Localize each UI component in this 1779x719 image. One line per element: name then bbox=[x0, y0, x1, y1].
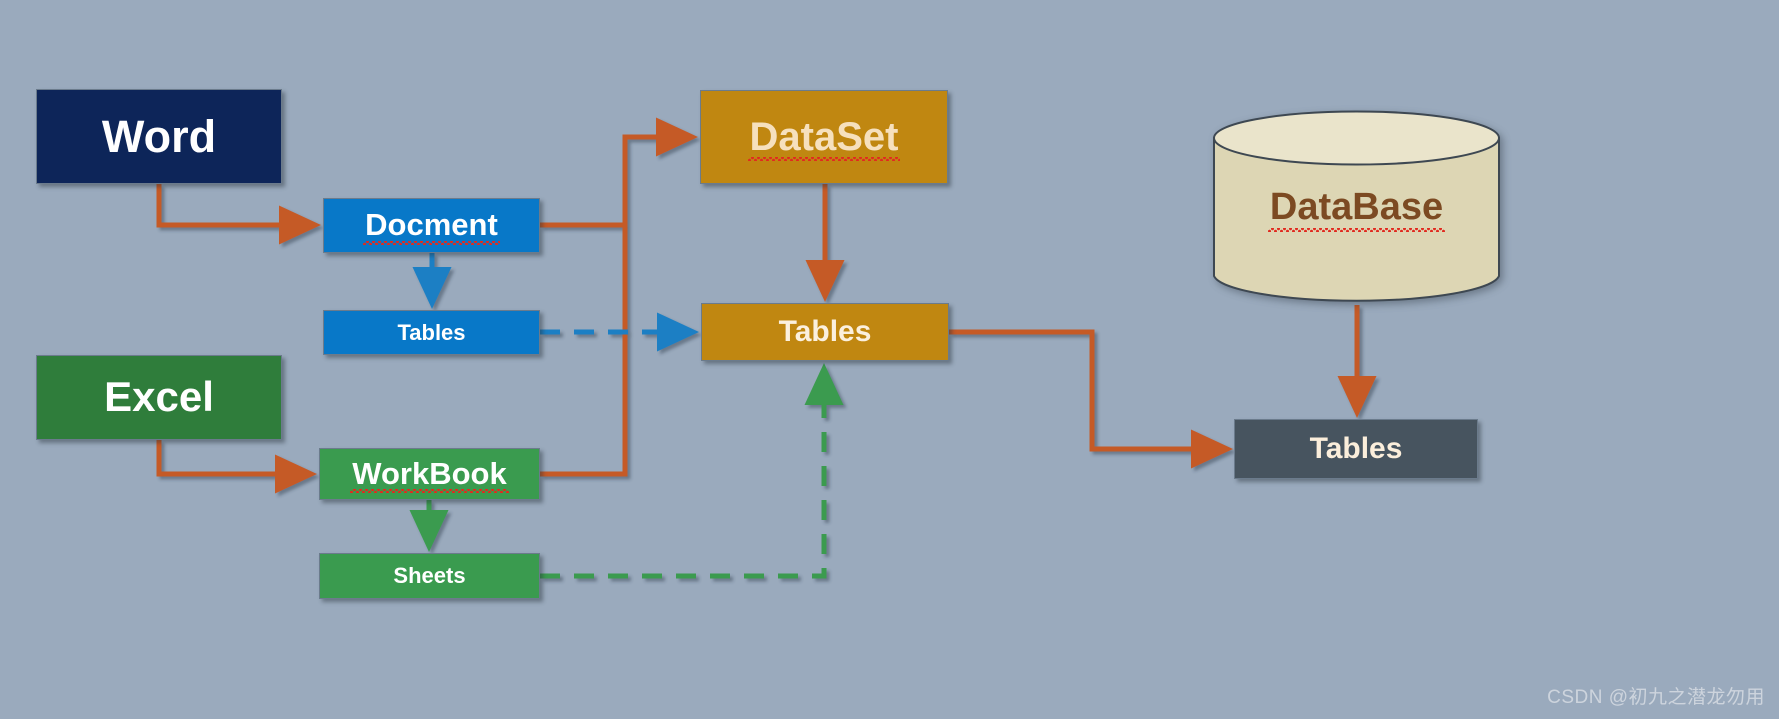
node-sheets-label: Sheets bbox=[393, 563, 466, 589]
node-dataset[interactable]: DataSet bbox=[700, 90, 948, 184]
node-word-label: Word bbox=[101, 110, 217, 162]
node-dataset-tables[interactable]: Tables bbox=[701, 303, 949, 361]
node-dataset-label: DataSet bbox=[747, 115, 901, 161]
node-excel[interactable]: Excel bbox=[36, 355, 282, 440]
node-docment-label: Docment bbox=[363, 207, 500, 245]
node-database-label: DataBase bbox=[1267, 185, 1446, 232]
node-excel-label: Excel bbox=[104, 373, 214, 421]
edge-sheets-to-dataset-tables bbox=[540, 362, 844, 579]
edge-docment-to-dataset bbox=[540, 117, 699, 228]
node-database[interactable]: DataBase bbox=[1213, 110, 1500, 304]
node-document-tables[interactable]: Tables bbox=[323, 310, 540, 355]
edge-excel-to-workbook bbox=[156, 440, 318, 494]
watermark: CSDN @初九之潜龙勿用 bbox=[1547, 687, 1765, 708]
node-document-tables-label: Tables bbox=[397, 319, 466, 345]
node-workbook-label: WorkBook bbox=[350, 455, 510, 493]
node-database-tables-label: Tables bbox=[1309, 432, 1403, 466]
edge-workbook-to-dataset bbox=[540, 225, 628, 477]
edge-dataset-tables-to-database-tables bbox=[949, 329, 1234, 469]
node-dataset-tables-label: Tables bbox=[778, 315, 872, 349]
node-database-tables[interactable]: Tables bbox=[1234, 419, 1478, 479]
node-docment[interactable]: Docment bbox=[323, 198, 540, 253]
node-sheets[interactable]: Sheets bbox=[319, 553, 540, 599]
edge-word-to-docment bbox=[156, 184, 322, 245]
node-word[interactable]: Word bbox=[36, 89, 282, 184]
node-workbook[interactable]: WorkBook bbox=[319, 448, 540, 500]
diagram-canvas: Word Excel Docment Tables WorkBook Sheet… bbox=[0, 0, 1779, 719]
node-database-text: DataBase bbox=[1213, 110, 1500, 304]
